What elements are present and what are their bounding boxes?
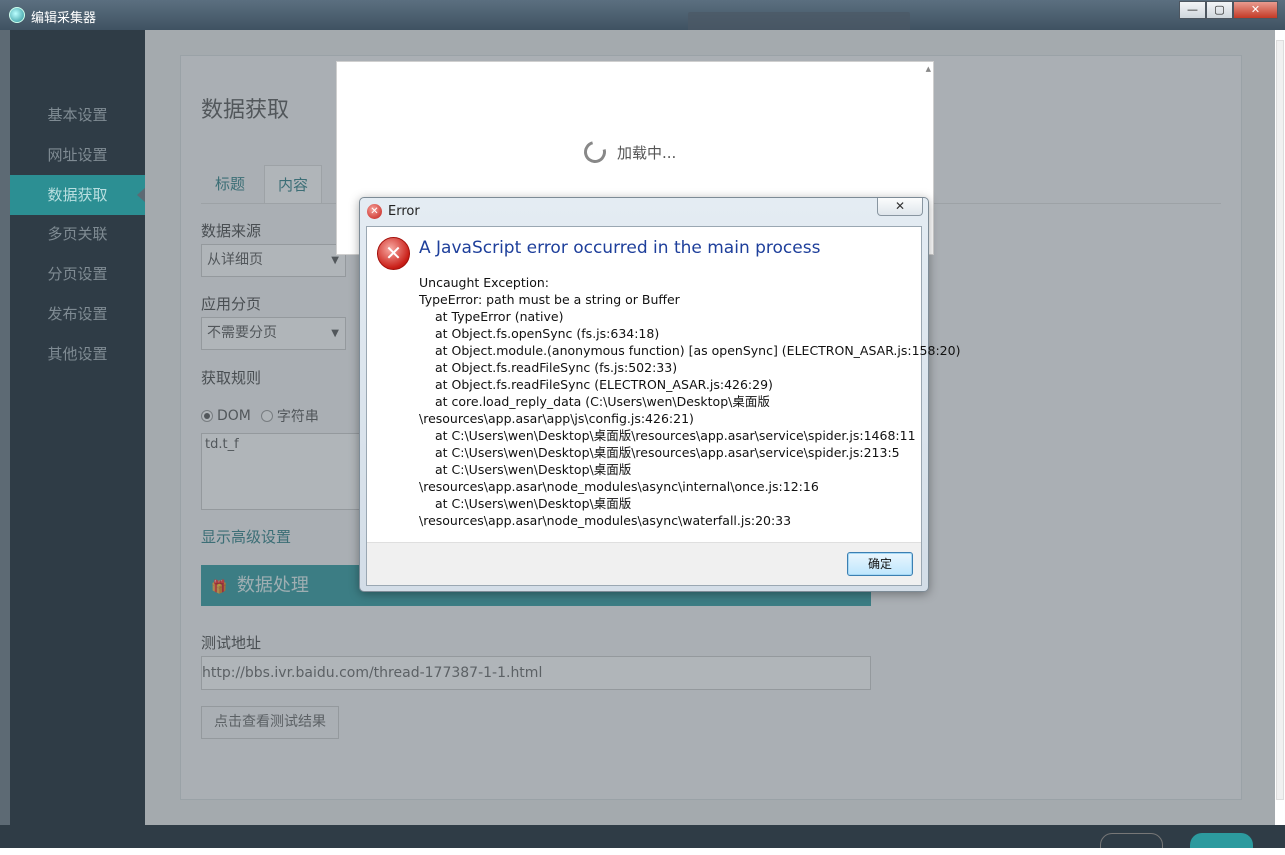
sidebar-item-data-fetch[interactable]: 数据获取 [10, 175, 146, 215]
scroll-up-arrow-icon[interactable]: ▲ [926, 65, 931, 73]
sidebar: 基本设置 网址设置 数据获取 多页关联 分页设置 发布设置 其他设置 [10, 30, 146, 825]
error-close-button[interactable]: ✕ [877, 198, 923, 216]
sidebar-item-multipage[interactable]: 多页关联 [10, 214, 145, 254]
scrollbar[interactable] [1275, 30, 1285, 825]
error-line: at Object.fs.openSync (fs.js:634:18) [435, 326, 660, 341]
error-line: at C:\Users\wen\Desktop\桌面版\resources\ap… [435, 445, 900, 460]
maximize-button[interactable]: ▢ [1206, 1, 1233, 19]
error-line: TypeError: path must be a string or Buff… [419, 292, 680, 307]
error-line: \resources\app.asar\node_modules\async\i… [419, 479, 819, 494]
sidebar-item-paging[interactable]: 分页设置 [10, 254, 145, 294]
window-bottom-edge [0, 848, 1285, 855]
loading-spinner-icon [579, 136, 611, 168]
error-line: at C:\Users\wen\Desktop\桌面版 [435, 462, 632, 477]
scrollbar-thumb[interactable] [1276, 40, 1284, 800]
error-heading: A JavaScript error occurred in the main … [419, 238, 821, 258]
ok-button[interactable]: 确定 [847, 552, 913, 576]
sidebar-item-basic-settings[interactable]: 基本设置 [10, 95, 145, 135]
window-controls: — ▢ ✕ [1179, 1, 1278, 19]
error-line: at Object.fs.readFileSync (ELECTRON_ASAR… [435, 377, 773, 392]
error-dialog-body: ✕ A JavaScript error occurred in the mai… [366, 226, 961, 586]
app-logo-icon [9, 7, 25, 23]
error-line: at Object.fs.readFileSync (fs.js:502:33) [435, 360, 678, 375]
error-line: \resources\app.asar\app\js\config.js:426… [419, 411, 694, 426]
sidebar-item-other[interactable]: 其他设置 [10, 334, 145, 374]
sidebar-item-url-settings[interactable]: 网址设置 [10, 135, 145, 175]
error-small-icon: ✕ [367, 204, 382, 219]
minimize-button[interactable]: — [1179, 1, 1206, 19]
error-dialog-title: Error [388, 204, 420, 219]
error-line: at C:\Users\wen\Desktop\桌面版 [435, 496, 632, 511]
loading-text: 加载中... [617, 144, 677, 162]
error-line: at TypeError (native) [435, 309, 564, 324]
error-icon: ✕ [377, 237, 410, 270]
error-line: at core.load_reply_data (C:\Users\wen\De… [435, 394, 770, 409]
error-dialog-footer: 确定 [367, 542, 921, 585]
window-close-button[interactable]: ✕ [1233, 1, 1278, 19]
error-dialog: ✕ Error ✕ ✕ A JavaScript error occurred … [359, 197, 961, 592]
window-title: 编辑采集器 [31, 11, 97, 26]
error-line: at Object.module.(anonymous function) [a… [435, 343, 961, 358]
error-line: at C:\Users\wen\Desktop\桌面版\resources\ap… [435, 428, 916, 443]
window-title-bar: 编辑采集器 — ▢ ✕ [0, 0, 1285, 36]
sidebar-item-publish[interactable]: 发布设置 [10, 294, 145, 334]
error-message: Uncaught Exception: TypeError: path must… [419, 274, 961, 529]
error-line: Uncaught Exception: [419, 275, 549, 290]
error-line: \resources\app.asar\node_modules\async\w… [419, 513, 792, 528]
